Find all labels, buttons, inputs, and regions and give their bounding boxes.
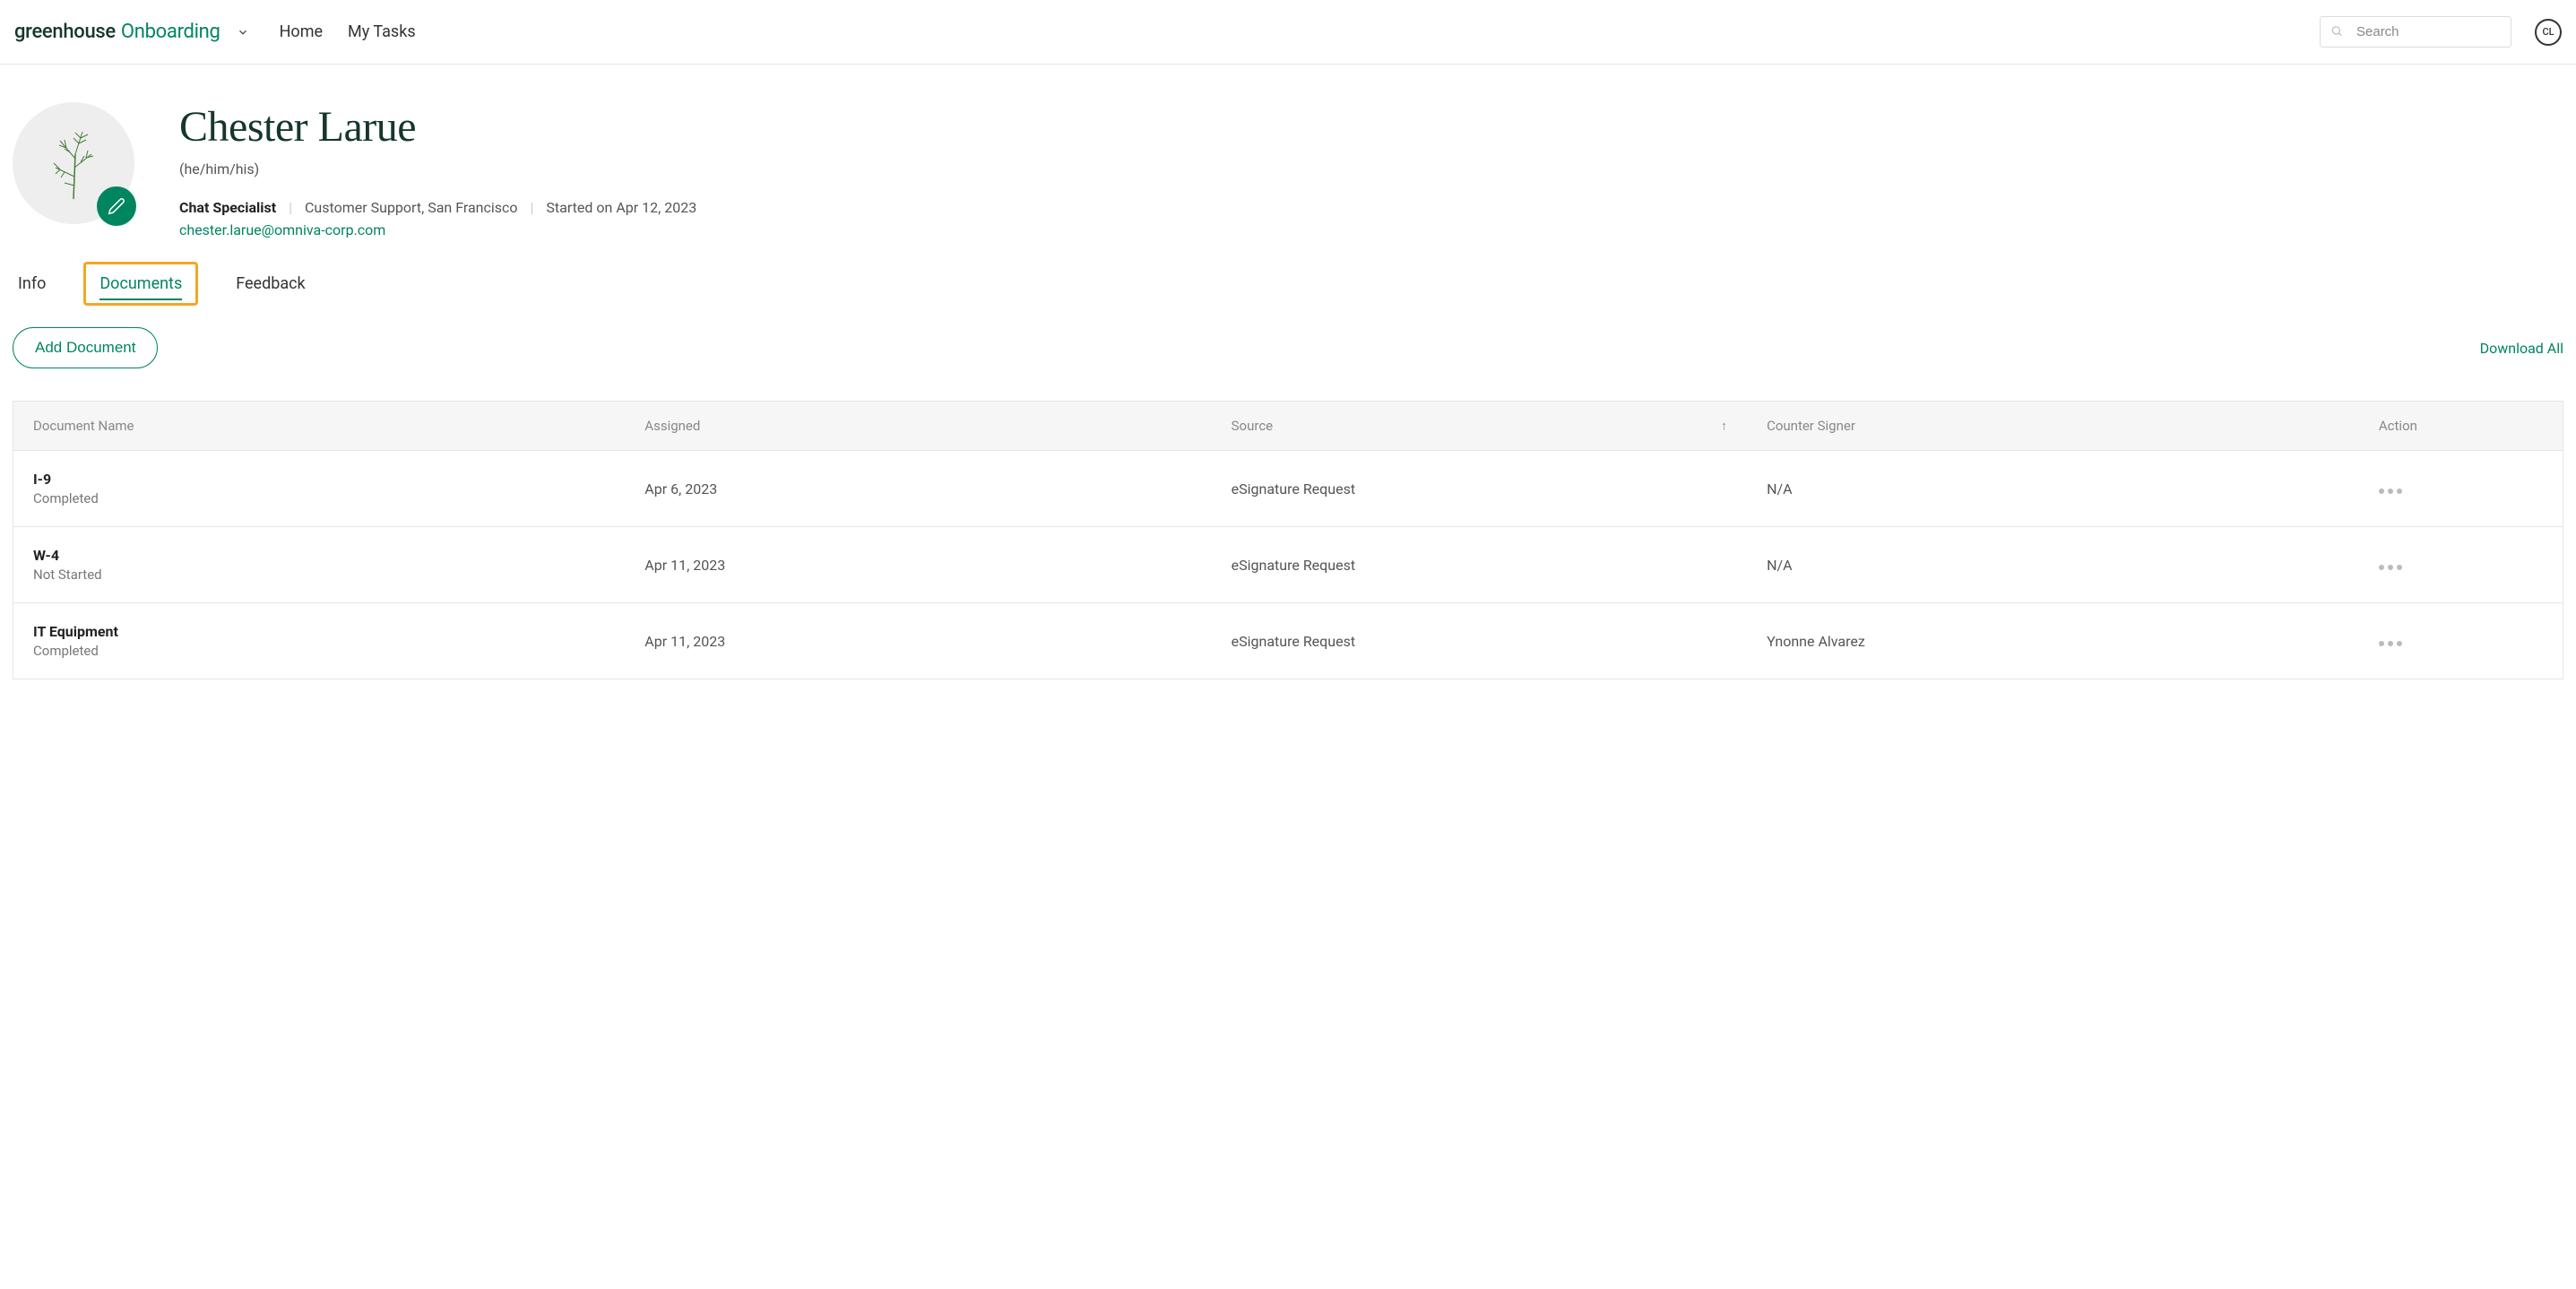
app-header: greenhouse Onboarding Home My Tasks CL [0,0,2576,65]
th-source[interactable]: Source ↑ [1212,402,1747,451]
doc-name[interactable]: IT Equipment [33,623,605,640]
th-action: Action [2359,402,2563,451]
actions-row: Add Document Download All [13,327,2563,368]
th-document-name[interactable]: Document Name [13,402,626,451]
profile-department: Customer Support, San Francisco [305,199,518,216]
edit-avatar-button[interactable] [97,186,136,226]
documents-table: Document Name Assigned Source ↑ Counter … [13,401,2563,679]
logo[interactable]: greenhouse Onboarding [14,21,220,43]
tab-feedback[interactable]: Feedback [236,269,305,300]
doc-source: eSignature Request [1212,451,1747,527]
doc-source: eSignature Request [1212,603,1747,679]
nav-links: Home My Tasks [280,22,416,41]
profile-header: Chester Larue (he/him/his) Chat Speciali… [13,102,2563,238]
profile-started: Started on Apr 12, 2023 [546,199,696,216]
separator: | [531,199,534,216]
doc-status: Completed [33,643,605,659]
profile-name: Chester Larue [179,102,696,151]
th-assigned[interactable]: Assigned [625,402,1211,451]
tab-info[interactable]: Info [18,269,46,300]
table-row: I-9 Completed Apr 6, 2023 eSignature Req… [13,451,2563,527]
profile-info: Chester Larue (he/him/his) Chat Speciali… [179,102,696,238]
doc-assigned: Apr 11, 2023 [625,603,1211,679]
doc-name[interactable]: I-9 [33,471,605,488]
main-content: Chester Larue (he/him/his) Chat Speciali… [0,65,2576,679]
search-box [2320,16,2511,48]
profile-meta: Chat Specialist | Customer Support, San … [179,199,696,216]
row-actions-button[interactable] [2379,489,2402,494]
header-right: CL [2320,16,2562,48]
search-input[interactable] [2320,16,2511,48]
tabs: Info Documents Feedback [13,269,2563,300]
doc-status: Completed [33,490,605,506]
profile-pronouns: (he/him/his) [179,160,696,177]
doc-assigned: Apr 6, 2023 [625,451,1211,527]
nav-my-tasks[interactable]: My Tasks [348,22,416,41]
doc-name[interactable]: W-4 [33,547,605,564]
doc-counter: Ynonne Alvarez [1747,603,2359,679]
chevron-down-icon [237,26,249,39]
pencil-icon [108,197,125,215]
table-row: IT Equipment Completed Apr 11, 2023 eSig… [13,603,2563,679]
th-source-label: Source [1232,418,1273,434]
product-switcher-chevron[interactable] [237,26,249,39]
nav-home[interactable]: Home [280,22,323,41]
avatar-wrap [13,102,134,224]
doc-counter: N/A [1747,451,2359,527]
row-actions-button[interactable] [2379,565,2402,570]
th-counter-signer[interactable]: Counter Signer [1747,402,2359,451]
doc-counter: N/A [1747,527,2359,603]
add-document-button[interactable]: Add Document [13,327,158,368]
sort-arrow-up-icon: ↑ [1721,419,1727,434]
table-row: W-4 Not Started Apr 11, 2023 eSignature … [13,527,2563,603]
download-all-link[interactable]: Download All [2480,340,2563,357]
logo-greenhouse: greenhouse [14,21,116,43]
profile-role: Chat Specialist [179,199,276,216]
separator: | [289,199,292,216]
row-actions-button[interactable] [2379,641,2402,646]
logo-onboarding: Onboarding [121,21,220,43]
doc-assigned: Apr 11, 2023 [625,527,1211,603]
doc-status: Not Started [33,567,605,583]
search-icon [2330,23,2343,40]
tab-documents[interactable]: Documents [99,269,182,300]
user-avatar[interactable]: CL [2535,19,2562,46]
profile-email[interactable]: chester.larue@omniva-corp.com [179,221,385,238]
doc-source: eSignature Request [1212,527,1747,603]
